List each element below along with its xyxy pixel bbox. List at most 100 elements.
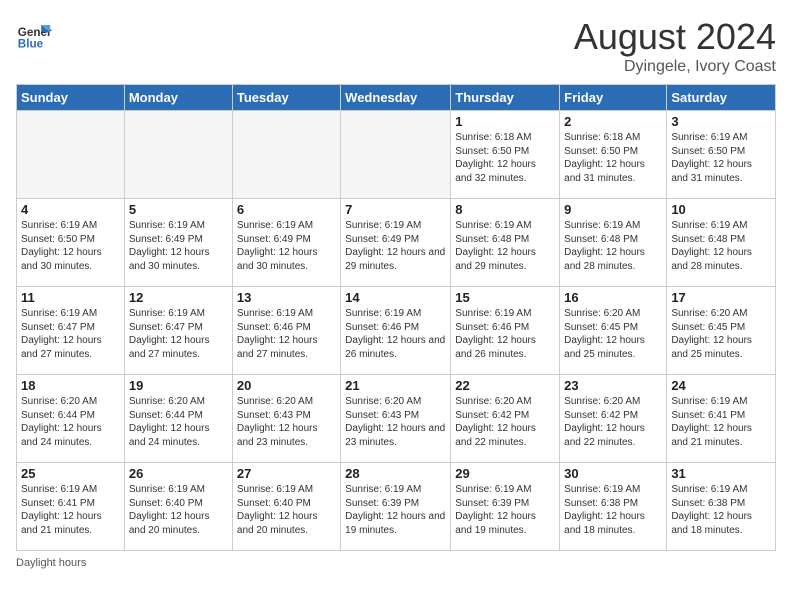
location: Dyingele, Ivory Coast [574, 58, 776, 76]
day-cell: 8 Sunrise: 6:19 AMSunset: 6:48 PMDaylight… [451, 199, 560, 287]
day-info: Sunrise: 6:20 AMSunset: 6:43 PMDaylight:… [237, 395, 336, 449]
day-cell: 12 Sunrise: 6:19 AMSunset: 6:47 PMDayligh… [124, 287, 232, 375]
day-number: 15 [455, 290, 555, 305]
day-info: Sunrise: 6:20 AMSunset: 6:44 PMDaylight:… [129, 395, 228, 449]
col-header-monday: Monday [124, 85, 232, 111]
day-info: Sunrise: 6:19 AMSunset: 6:46 PMDaylight:… [345, 307, 446, 361]
week-row-5: 25 Sunrise: 6:19 AMSunset: 6:41 PMDayligh… [17, 463, 776, 551]
day-number: 23 [564, 378, 662, 393]
day-number: 16 [564, 290, 662, 305]
day-info: Sunrise: 6:20 AMSunset: 6:44 PMDaylight:… [21, 395, 120, 449]
day-info: Sunrise: 6:19 AMSunset: 6:48 PMDaylight:… [455, 219, 555, 273]
day-number: 14 [345, 290, 446, 305]
col-header-tuesday: Tuesday [232, 85, 340, 111]
svg-text:Blue: Blue [18, 38, 44, 51]
day-number: 4 [21, 202, 120, 217]
day-info: Sunrise: 6:19 AMSunset: 6:48 PMDaylight:… [564, 219, 662, 273]
day-cell: 25 Sunrise: 6:19 AMSunset: 6:41 PMDayligh… [17, 463, 125, 551]
day-cell: 22Sunrise: 6:20 AMSunset: 6:42 PMDayligh… [451, 375, 560, 463]
day-cell: 17 Sunrise: 6:20 AMSunset: 6:45 PMDayligh… [667, 287, 776, 375]
day-info: Sunrise: 6:19 AMSunset: 6:50 PMDaylight:… [21, 219, 120, 273]
day-number: 9 [564, 202, 662, 217]
footer-note: Daylight hours [16, 557, 776, 569]
day-number: 21 [345, 378, 446, 393]
day-info: Sunrise: 6:19 AMSunset: 6:46 PMDaylight:… [237, 307, 336, 361]
col-header-wednesday: Wednesday [341, 85, 451, 111]
day-info: Sunrise: 6:19 AMSunset: 6:47 PMDaylight:… [21, 307, 120, 361]
day-cell: 6 Sunrise: 6:19 AMSunset: 6:49 PMDaylight… [232, 199, 340, 287]
day-info: Sunrise: 6:19 AMSunset: 6:46 PMDaylight:… [455, 307, 555, 361]
day-info: Sunrise: 6:18 AMSunset: 6:50 PMDaylight:… [564, 131, 662, 185]
week-row-4: 18 Sunrise: 6:20 AMSunset: 6:44 PMDayligh… [17, 375, 776, 463]
week-row-3: 11Sunrise: 6:19 AMSunset: 6:47 PMDayligh… [17, 287, 776, 375]
day-info: Sunrise: 6:19 AMSunset: 6:49 PMDaylight:… [345, 219, 446, 273]
day-number: 26 [129, 466, 228, 481]
day-info: Sunrise: 6:19 AMSunset: 6:50 PMDaylight:… [671, 131, 771, 185]
col-header-friday: Friday [560, 85, 667, 111]
day-number: 18 [21, 378, 120, 393]
day-number: 8 [455, 202, 555, 217]
day-number: 1 [455, 114, 555, 129]
day-number: 28 [345, 466, 446, 481]
col-header-sunday: Sunday [17, 85, 125, 111]
day-cell: 1 Sunrise: 6:18 AMSunset: 6:50 PMDaylight… [451, 111, 560, 199]
day-cell: 3 Sunrise: 6:19 AMSunset: 6:50 PMDaylight… [667, 111, 776, 199]
day-cell: 19 Sunrise: 6:20 AMSunset: 6:44 PMDayligh… [124, 375, 232, 463]
day-number: 6 [237, 202, 336, 217]
day-number: 30 [564, 466, 662, 481]
day-info: Sunrise: 6:19 AMSunset: 6:39 PMDaylight:… [455, 483, 555, 537]
page-header: General Blue August 2024 Dyingele, Ivory… [16, 16, 776, 76]
day-cell: 21 Sunrise: 6:20 AMSunset: 6:43 PMDayligh… [341, 375, 451, 463]
day-cell: 7 Sunrise: 6:19 AMSunset: 6:49 PMDaylight… [341, 199, 451, 287]
day-cell: 10 Sunrise: 6:19 AMSunset: 6:48 PMDayligh… [667, 199, 776, 287]
col-header-saturday: Saturday [667, 85, 776, 111]
title-block: August 2024 Dyingele, Ivory Coast [574, 16, 776, 76]
day-cell [17, 111, 125, 199]
day-cell [124, 111, 232, 199]
day-cell: 16 Sunrise: 6:20 AMSunset: 6:45 PMDayligh… [560, 287, 667, 375]
day-info: Sunrise: 6:20 AMSunset: 6:45 PMDaylight:… [564, 307, 662, 361]
day-number: 10 [671, 202, 771, 217]
col-header-thursday: Thursday [451, 85, 560, 111]
day-number: 17 [671, 290, 771, 305]
day-info: Sunrise: 6:20 AMSunset: 6:43 PMDaylight:… [345, 395, 446, 449]
day-cell: 9 Sunrise: 6:19 AMSunset: 6:48 PMDaylight… [560, 199, 667, 287]
day-number: 25 [21, 466, 120, 481]
day-number: 19 [129, 378, 228, 393]
day-info: Sunrise: 6:19 AMSunset: 6:38 PMDaylight:… [564, 483, 662, 537]
day-number: 29 [455, 466, 555, 481]
day-cell: 4 Sunrise: 6:19 AMSunset: 6:50 PMDaylight… [17, 199, 125, 287]
day-cell: 31Sunrise: 6:19 AMSunset: 6:38 PMDayligh… [667, 463, 776, 551]
day-number: 3 [671, 114, 771, 129]
day-info: Sunrise: 6:19 AMSunset: 6:49 PMDaylight:… [237, 219, 336, 273]
day-info: Sunrise: 6:20 AMSunset: 6:45 PMDaylight:… [671, 307, 771, 361]
day-cell: 5Sunrise: 6:19 AMSunset: 6:49 PMDaylight… [124, 199, 232, 287]
day-number: 24 [671, 378, 771, 393]
day-cell: 20Sunrise: 6:20 AMSunset: 6:43 PMDayligh… [232, 375, 340, 463]
day-number: 12 [129, 290, 228, 305]
day-info: Sunrise: 6:19 AMSunset: 6:47 PMDaylight:… [129, 307, 228, 361]
day-cell: 11Sunrise: 6:19 AMSunset: 6:47 PMDayligh… [17, 287, 125, 375]
day-number: 5 [129, 202, 228, 217]
day-info: Sunrise: 6:19 AMSunset: 6:41 PMDaylight:… [671, 395, 771, 449]
day-number: 7 [345, 202, 446, 217]
day-info: Sunrise: 6:19 AMSunset: 6:48 PMDaylight:… [671, 219, 771, 273]
logo-icon: General Blue [16, 16, 52, 52]
day-cell: 27 Sunrise: 6:19 AMSunset: 6:40 PMDayligh… [232, 463, 340, 551]
day-info: Sunrise: 6:19 AMSunset: 6:40 PMDaylight:… [237, 483, 336, 537]
day-cell [232, 111, 340, 199]
day-number: 27 [237, 466, 336, 481]
day-cell: 23 Sunrise: 6:20 AMSunset: 6:42 PMDayligh… [560, 375, 667, 463]
day-number: 2 [564, 114, 662, 129]
day-cell: 26Sunrise: 6:19 AMSunset: 6:40 PMDayligh… [124, 463, 232, 551]
day-cell: 13 Sunrise: 6:19 AMSunset: 6:46 PMDayligh… [232, 287, 340, 375]
day-cell: 30 Sunrise: 6:19 AMSunset: 6:38 PMDayligh… [560, 463, 667, 551]
day-number: 13 [237, 290, 336, 305]
day-info: Sunrise: 6:19 AMSunset: 6:41 PMDaylight:… [21, 483, 120, 537]
day-cell: 29 Sunrise: 6:19 AMSunset: 6:39 PMDayligh… [451, 463, 560, 551]
day-info: Sunrise: 6:20 AMSunset: 6:42 PMDaylight:… [564, 395, 662, 449]
day-cell: 14 Sunrise: 6:19 AMSunset: 6:46 PMDayligh… [341, 287, 451, 375]
day-cell: 24 Sunrise: 6:19 AMSunset: 6:41 PMDayligh… [667, 375, 776, 463]
logo: General Blue [16, 16, 52, 52]
day-info: Sunrise: 6:18 AMSunset: 6:50 PMDaylight:… [455, 131, 555, 185]
